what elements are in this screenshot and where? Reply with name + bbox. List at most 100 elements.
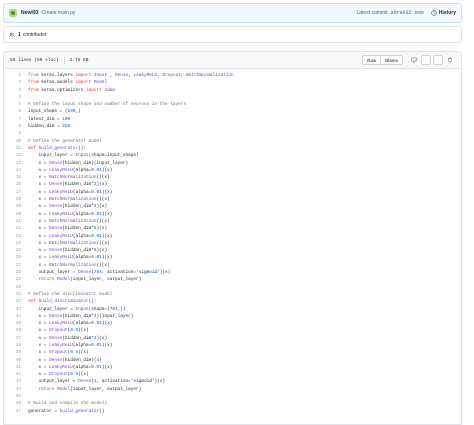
line-number[interactable]: 13 — [4, 160, 25, 167]
commit-message-link[interactable]: Create main.py — [42, 10, 76, 16]
code-text: (hidden_dim* — [62, 248, 94, 254]
line-number[interactable]: 19 — [4, 203, 25, 210]
line-content: x = Dropout(0.5)(x) — [25, 371, 89, 378]
line-number[interactable]: 24 — [4, 240, 25, 247]
code-number: 0.01 — [91, 189, 102, 195]
code-function: Dropout — [162, 73, 181, 78]
code-text: x = — [28, 189, 50, 195]
line-number[interactable]: 41 — [4, 364, 25, 371]
line-number[interactable]: 7 — [4, 116, 25, 123]
line-number[interactable]: 31 — [4, 291, 25, 298]
code-comment: # Define the input shape and number of n… — [28, 102, 187, 108]
line-number[interactable]: 10 — [4, 138, 25, 145]
code-function: Dense — [49, 182, 63, 188]
line-number[interactable]: 44 — [4, 386, 25, 393]
line-number[interactable]: 28 — [4, 269, 25, 276]
code-line: 13 x = Dense(hidden_dim)(input_layer) — [4, 160, 461, 167]
line-number[interactable]: 14 — [4, 167, 25, 174]
code-number: 784 — [109, 306, 118, 312]
code-text: x = — [28, 364, 50, 370]
line-number[interactable]: 4 — [4, 94, 25, 101]
contributor-count: 1 — [18, 31, 21, 38]
line-content: return Model(input_layer, output_layer) — [25, 276, 142, 283]
line-number[interactable]: 35 — [4, 320, 25, 327]
line-number[interactable]: 45 — [4, 393, 25, 400]
code-text: )(x) — [101, 255, 113, 261]
line-number[interactable]: 30 — [4, 284, 25, 291]
line-number[interactable]: 42 — [4, 371, 25, 378]
code-line: 41 x = LeakyReLU(alpha=0.01)(x) — [4, 364, 461, 371]
line-number[interactable]: 37 — [4, 335, 25, 342]
line-number[interactable]: 46 — [4, 400, 25, 407]
line-number[interactable]: 17 — [4, 189, 25, 196]
line-number[interactable]: 23 — [4, 233, 25, 240]
author-avatar[interactable] — [9, 9, 17, 17]
contributor-label[interactable]: contributor — [23, 32, 47, 38]
code-line: 29 return Model(input_layer, output_laye… — [4, 276, 461, 283]
line-number[interactable]: 33 — [4, 306, 25, 313]
line-number[interactable]: 43 — [4, 378, 25, 385]
code-keyword: import — [85, 87, 105, 93]
line-number[interactable]: 27 — [4, 262, 25, 269]
line-number[interactable]: 34 — [4, 313, 25, 320]
file-header: 55 lines (50 sloc) 1.75 KB Raw Blame — [4, 52, 461, 69]
line-number[interactable]: 26 — [4, 254, 25, 261]
line-number[interactable]: 32 — [4, 298, 25, 305]
line-number[interactable]: 18 — [4, 196, 25, 203]
line-number[interactable]: 38 — [4, 342, 25, 349]
code-line: 19 x = Dense(hidden_dim*4)(x) — [4, 203, 461, 210]
line-number[interactable]: 16 — [4, 181, 25, 188]
line-number[interactable]: 2 — [4, 79, 25, 86]
line-number[interactable]: 22 — [4, 225, 25, 232]
raw-button[interactable]: Raw — [362, 55, 382, 65]
commit-sha-link[interactable]: a0ra932 — [391, 10, 412, 16]
code-function: Dense — [49, 357, 63, 363]
code-text: )(x) — [154, 379, 166, 385]
line-number[interactable]: 3 — [4, 87, 25, 94]
line-number[interactable]: 8 — [4, 123, 25, 130]
line-number[interactable]: 29 — [4, 276, 25, 283]
code-line: 5 # Define the input shape and number of … — [4, 101, 461, 108]
code-line: 12 input_layer = Input(shape=input_shape… — [4, 152, 461, 159]
line-number[interactable]: 5 — [4, 101, 25, 108]
history-button[interactable]: History — [431, 10, 456, 16]
code-text: generator = — [28, 408, 60, 414]
line-number[interactable]: 47 — [4, 408, 25, 415]
line-number[interactable]: 11 — [4, 145, 25, 152]
code-text: input_shape = ( — [28, 109, 68, 115]
line-number[interactable]: 15 — [4, 174, 25, 181]
line-number[interactable]: 40 — [4, 357, 25, 364]
line-content: x = Dense(hidden_dim*2)(x) — [25, 335, 108, 342]
code-function: Input — [75, 153, 89, 159]
code-function: build_discriminator — [38, 299, 89, 305]
code-text: x = — [28, 211, 50, 217]
line-content: from keras.layers import Input , Dense, … — [25, 72, 234, 79]
code-number: 0.01 — [91, 255, 102, 261]
code-text: )(x) — [78, 350, 89, 356]
line-content: x = BatchNormalization()(x) — [25, 196, 110, 203]
line-content: # Build and compile the models — [25, 400, 107, 407]
line-number[interactable]: 39 — [4, 349, 25, 356]
code-text: x = — [28, 372, 50, 378]
code-function: Dropout — [49, 328, 68, 334]
code-text: output_layer = — [28, 270, 79, 276]
line-number[interactable]: 6 — [4, 108, 25, 115]
code-text: latent_dim = — [28, 116, 63, 122]
line-number[interactable]: 1 — [4, 72, 25, 79]
line-number[interactable]: 12 — [4, 152, 25, 159]
edit-file-button[interactable] — [421, 55, 431, 65]
line-number[interactable]: 25 — [4, 247, 25, 254]
delete-file-button[interactable] — [445, 55, 455, 65]
history-label: History — [438, 10, 456, 16]
open-desktop-button[interactable] — [409, 55, 419, 65]
edit-dropdown-button[interactable] — [433, 55, 443, 65]
code-text: )(x) — [78, 328, 89, 334]
code-text: (shape=( — [88, 306, 110, 312]
blame-button[interactable]: Blame — [381, 55, 403, 65]
line-number[interactable]: 36 — [4, 327, 25, 334]
line-number[interactable]: 21 — [4, 218, 25, 225]
code-text: (input_layer, output_layer) — [70, 386, 142, 392]
line-number[interactable]: 9 — [4, 130, 25, 137]
line-number[interactable]: 20 — [4, 211, 25, 218]
commit-author-link[interactable]: Newt93 — [21, 10, 39, 16]
